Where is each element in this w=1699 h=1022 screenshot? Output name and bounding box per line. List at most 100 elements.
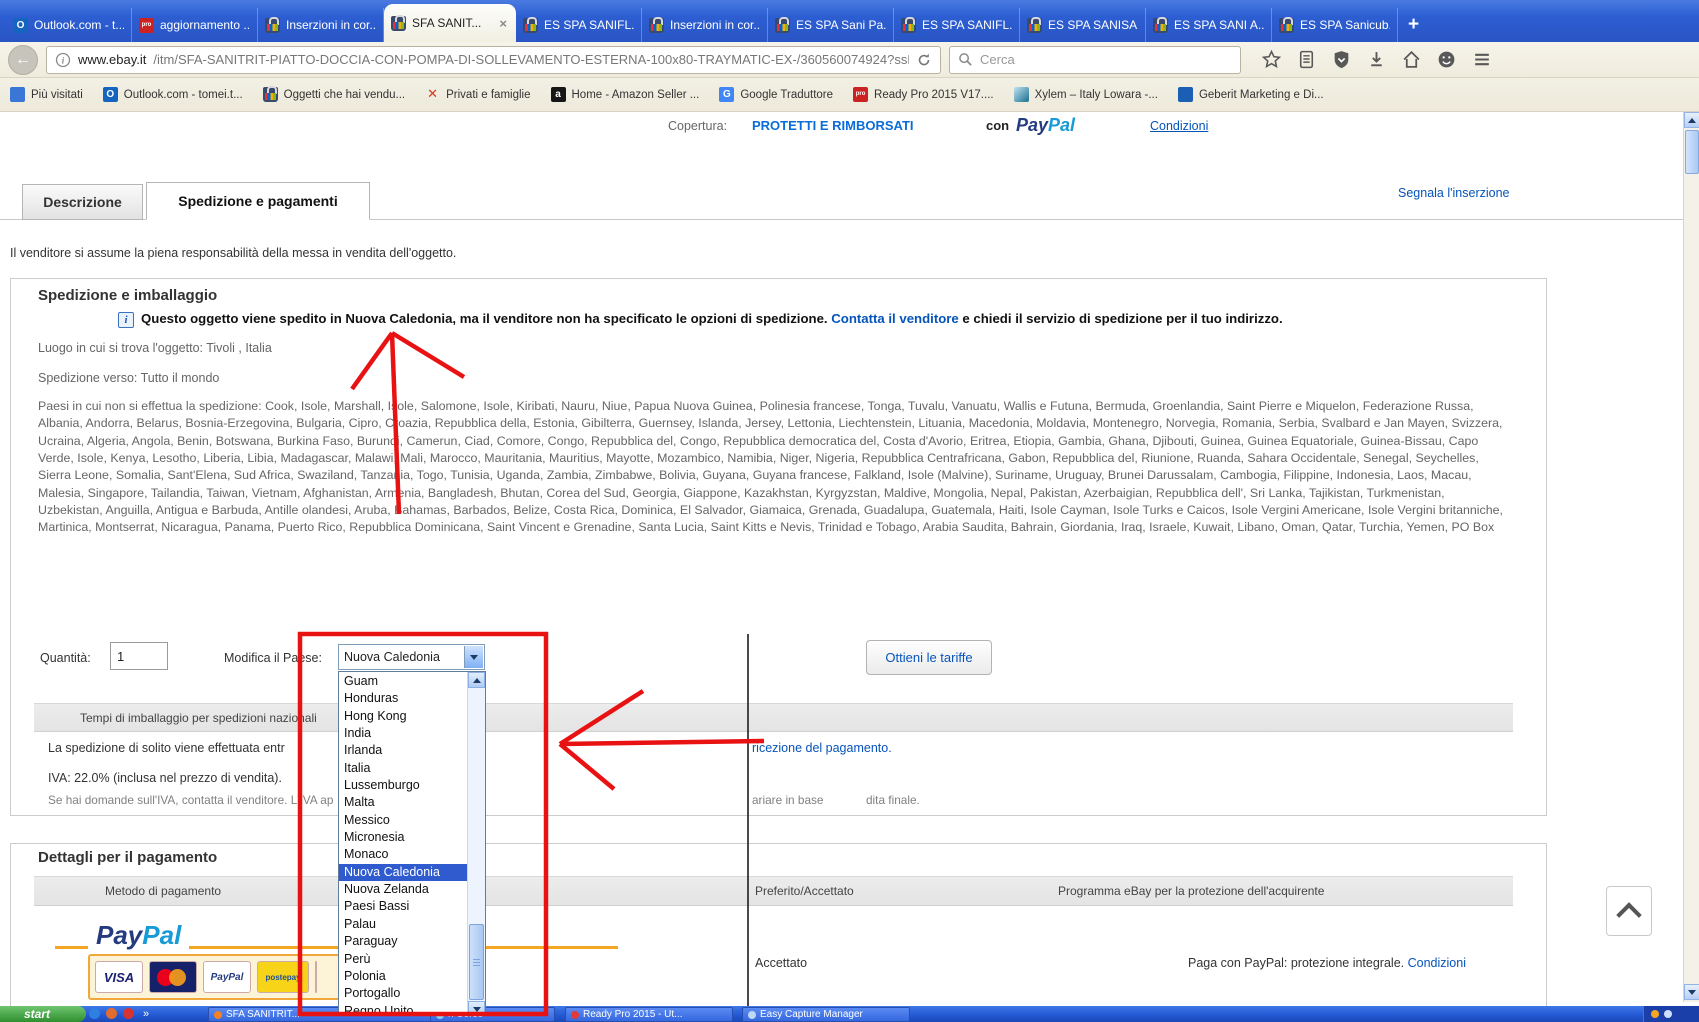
scrollbar-thumb[interactable] <box>1685 130 1699 174</box>
country-option[interactable]: Portogallo <box>339 985 468 1002</box>
quick-launch-icon[interactable] <box>89 1008 100 1019</box>
coverage-conditions-link[interactable]: Condizioni <box>1150 119 1208 133</box>
country-dropdown-list[interactable]: Guam Honduras Hong Kong India Irlanda Italia L… <box>338 671 486 1016</box>
bookmarks-list-icon[interactable] <box>1296 49 1317 70</box>
arrow-up-icon <box>1688 117 1696 123</box>
back-button[interactable]: ← <box>8 44 38 75</box>
country-select[interactable]: Nuova Caledonia <box>338 644 485 670</box>
vat-line: IVA: 22.0% (inclusa nel prezzo di vendit… <box>48 771 282 785</box>
taskbar-button[interactable]: Easy Capture Manager <box>742 1007 910 1022</box>
dropdown-scrollbar[interactable] <box>467 672 485 1015</box>
browser-tab[interactable]: ES SPA Sanicub... <box>1272 8 1398 42</box>
new-tab-button[interactable]: + <box>1398 14 1429 42</box>
coverage-con: con <box>986 118 1010 133</box>
bookmark-item[interactable]: a Home - Amazon Seller ... <box>550 87 699 102</box>
tab-descrizione[interactable]: Descrizione <box>22 184 143 220</box>
vat-note-left: Se hai domande sull'IVA, contatta il ven… <box>48 793 334 807</box>
bookmark-item[interactable]: O Outlook.com - tomei.t... <box>102 87 243 102</box>
country-option[interactable]: Regno Unito <box>339 1003 468 1015</box>
country-option[interactable]: Micronesia <box>339 829 468 846</box>
country-option[interactable]: Polonia <box>339 968 468 985</box>
downloads-icon[interactable] <box>1366 49 1387 70</box>
quick-launch-icon[interactable] <box>106 1008 117 1019</box>
country-option[interactable]: Hong Kong <box>339 708 468 725</box>
browser-tab[interactable]: Inserzioni in cor... <box>642 8 768 42</box>
bookmark-item[interactable]: Geberit Marketing e Di... <box>1177 87 1324 102</box>
scroll-to-top-button[interactable] <box>1606 886 1652 936</box>
tab-close-icon[interactable]: × <box>497 16 509 31</box>
chevron-up-icon <box>1616 902 1642 928</box>
country-option[interactable]: Honduras <box>339 690 468 707</box>
country-option[interactable]: Nuova Zelanda <box>339 881 468 898</box>
bookmark-item[interactable]: Xylem – Italy Lowara -... <box>1013 87 1158 102</box>
country-option[interactable]: Guam <box>339 673 468 690</box>
taskbar-button-icon <box>214 1010 222 1019</box>
reload-icon[interactable] <box>916 52 932 68</box>
bookmark-label: Google Traduttore <box>740 88 834 101</box>
country-option[interactable]: Messico <box>339 812 468 829</box>
bookmark-item[interactable]: G Google Traduttore <box>719 87 833 102</box>
quick-launch-overflow[interactable]: » <box>143 1006 149 1022</box>
dropdown-scroll-down-button[interactable] <box>468 1001 485 1015</box>
url-bar[interactable]: i www.ebay.it/itm/SFA-SANITRIT-PIATTO-DO… <box>46 45 941 74</box>
country-option[interactable]: Monaco <box>339 846 468 863</box>
thumb-grip <box>473 962 480 963</box>
taskbar-button[interactable]: Ready Pro 2015 - Ut... <box>565 1007 733 1022</box>
bookmark-item[interactable]: Oggetti che hai vendu... <box>262 86 405 102</box>
page-info-icon[interactable]: i <box>55 52 71 68</box>
bookmark-item[interactable]: ✕ Privati e famiglie <box>425 87 530 102</box>
country-option[interactable]: Nuova Caledonia <box>339 863 468 882</box>
country-option[interactable]: Malta <box>339 794 468 811</box>
bookmark-item[interactable]: Più visitati <box>10 87 83 102</box>
search-input[interactable]: Cerca <box>949 45 1241 74</box>
protection-conditions-link[interactable]: Condizioni <box>1408 956 1466 970</box>
vat-note-mid: ariare in base <box>752 793 824 807</box>
country-option[interactable]: Lussemburgo <box>339 777 468 794</box>
browser-tab[interactable]: pro aggiornamento ... <box>132 8 258 42</box>
shield-icon[interactable] <box>1331 49 1352 70</box>
arrow-down-icon <box>1688 989 1696 995</box>
browser-tab[interactable]: SFA SANIT... × <box>384 4 516 42</box>
country-option[interactable]: Paraguay <box>339 933 468 950</box>
start-button[interactable]: start <box>0 1006 86 1022</box>
tab-spedizione-pagamenti[interactable]: Spedizione e pagamenti <box>146 182 370 220</box>
country-option[interactable]: Italia <box>339 760 468 777</box>
browser-tab[interactable]: ES SPA SANIFL... <box>516 8 642 42</box>
country-option[interactable]: Irlanda <box>339 742 468 759</box>
browser-tab[interactable]: ES SPA SANISA... <box>1020 8 1146 42</box>
tray-icon[interactable] <box>1664 1010 1672 1018</box>
quantity-input[interactable]: 1 <box>110 642 168 670</box>
feedback-smiley-icon[interactable] <box>1436 49 1457 70</box>
ebay-favicon <box>901 16 916 33</box>
dropdown-scroll-up-button[interactable] <box>468 672 485 688</box>
country-option[interactable]: India <box>339 725 468 742</box>
taskbar-button-label: Easy Capture Manager <box>760 1009 863 1020</box>
tray-icon[interactable] <box>1651 1010 1659 1018</box>
scrollbar-down-button[interactable] <box>1684 984 1699 1000</box>
browser-tab[interactable]: Inserzioni in cor... <box>258 8 384 42</box>
menu-hamburger-icon[interactable] <box>1471 49 1493 70</box>
ebay-favicon <box>1153 16 1168 33</box>
browser-tab[interactable]: O Outlook.com - t... <box>6 8 132 42</box>
browser-tab[interactable]: ES SPA SANI A... <box>1146 8 1272 42</box>
browser-tab[interactable]: ES SPA Sani Pa... <box>768 8 894 42</box>
dropdown-scrollbar-thumb[interactable] <box>469 924 484 1000</box>
country-option[interactable]: Perù <box>339 951 468 968</box>
readypro-favicon: pro <box>853 87 869 102</box>
report-listing-link[interactable]: Segnala l'inserzione <box>1398 186 1510 200</box>
bookmark-item[interactable]: pro Ready Pro 2015 V17.... <box>853 87 994 102</box>
scrollbar-up-button[interactable] <box>1684 112 1699 128</box>
country-option[interactable]: Palau <box>339 916 468 933</box>
select-dropdown-button[interactable] <box>464 646 483 668</box>
get-rates-button[interactable]: Ottieni le tariffe <box>866 640 992 675</box>
contact-seller-link[interactable]: Contatta il venditore <box>831 311 959 326</box>
home-icon[interactable] <box>1401 49 1422 70</box>
bookmark-star-icon[interactable] <box>1261 49 1282 70</box>
coverage-label: Copertura: <box>668 119 728 133</box>
country-option[interactable]: Paesi Bassi <box>339 898 468 915</box>
quick-launch-icon[interactable] <box>123 1008 134 1019</box>
page-scrollbar[interactable] <box>1683 112 1699 1002</box>
excluded-countries: Paesi in cui non si effettua la spedizio… <box>38 399 1503 535</box>
browser-tab[interactable]: ES SPA SANIFL... <box>894 8 1020 42</box>
bookmarks-bar: Più visitati O Outlook.com - tomei.t... Ogg… <box>0 78 1699 112</box>
